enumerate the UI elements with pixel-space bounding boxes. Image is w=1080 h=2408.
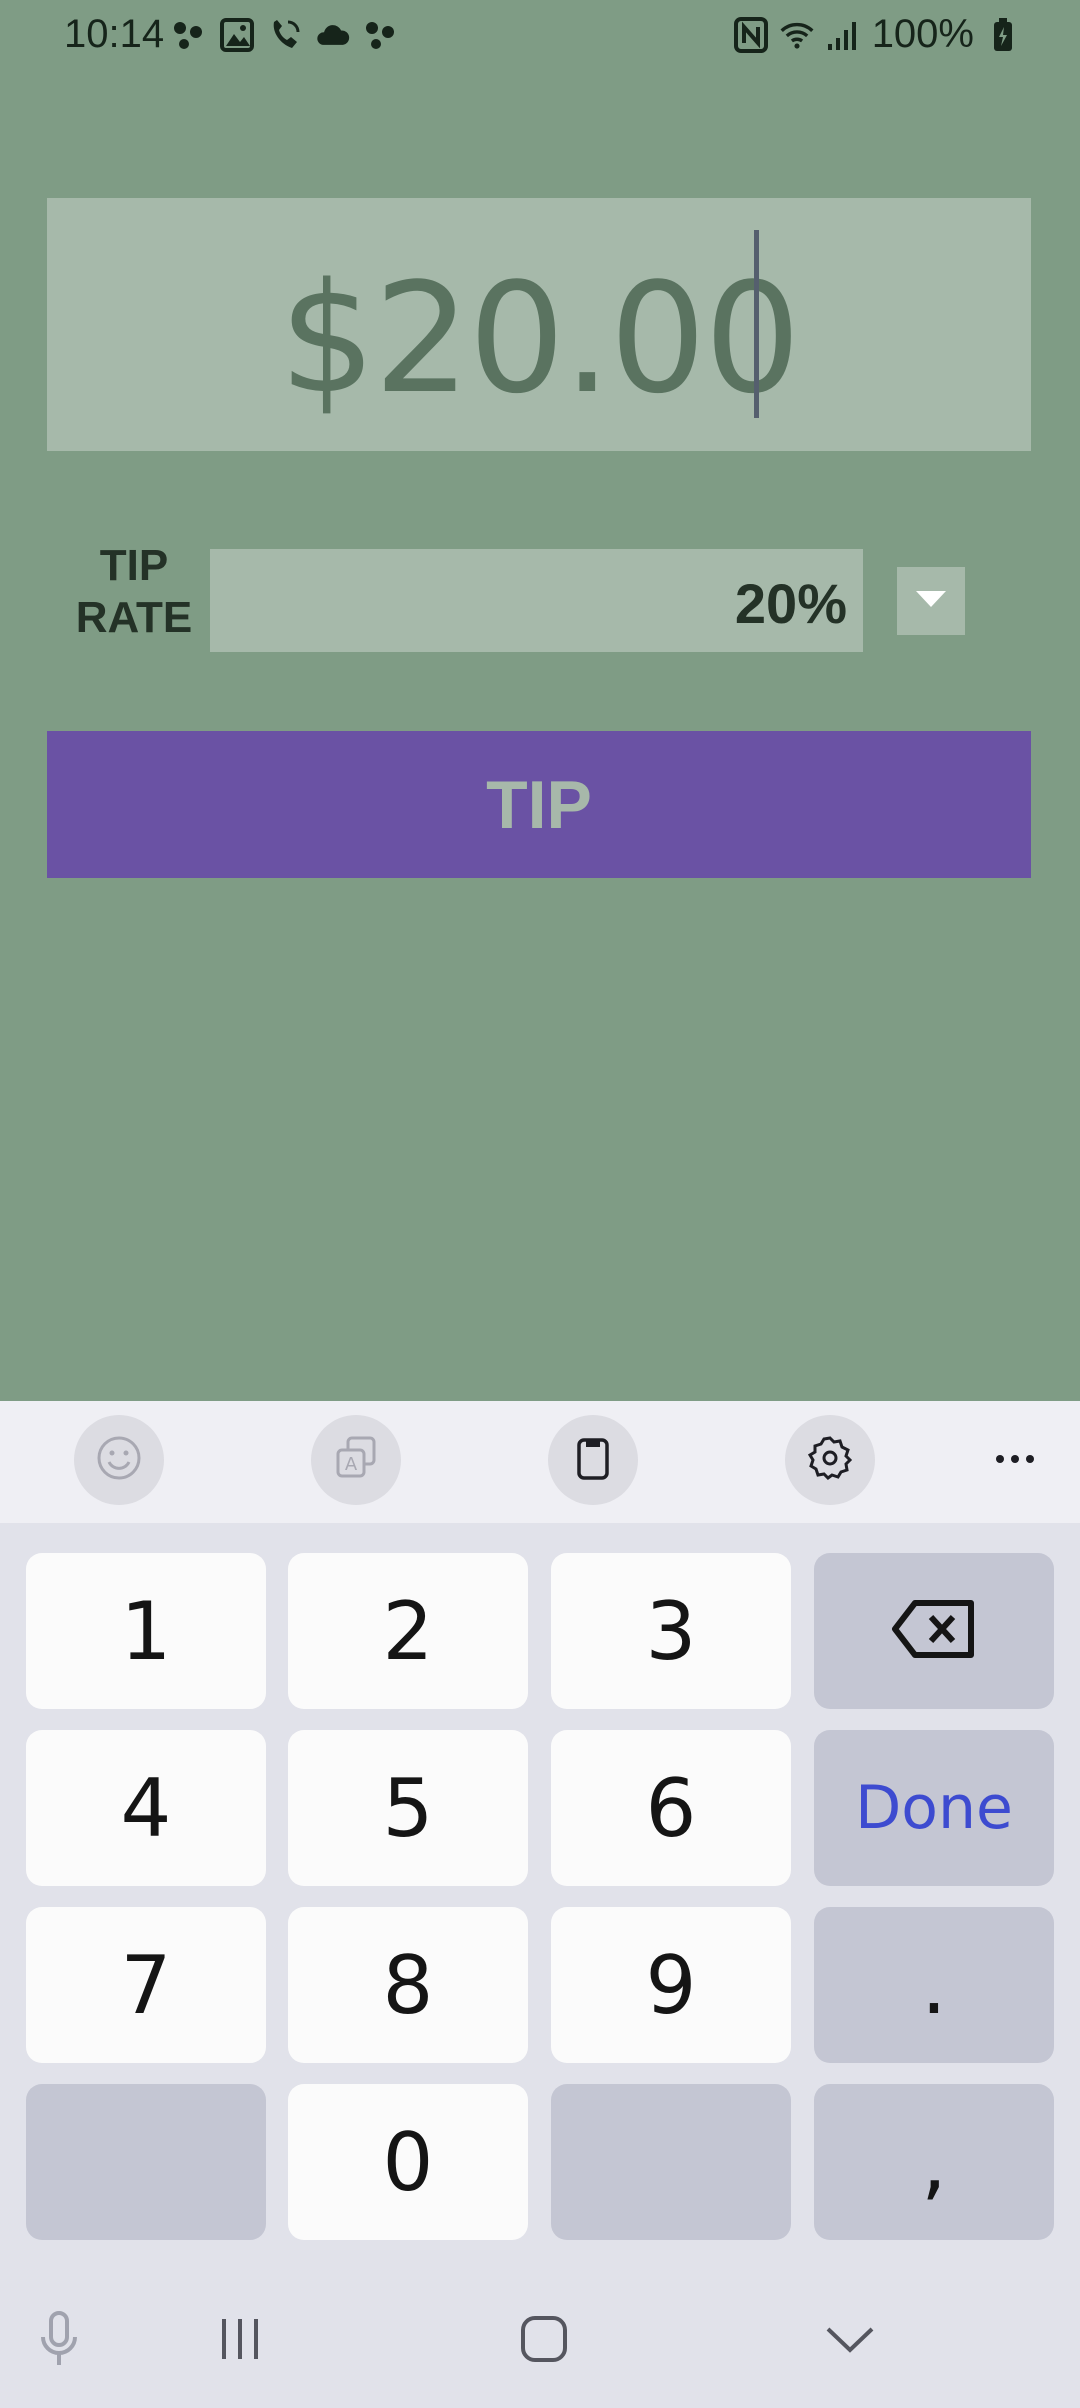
key-0[interactable]: 0 <box>288 2084 528 2240</box>
emoji-button[interactable] <box>74 1415 164 1505</box>
bill-amount-value: $20.00 <box>279 250 801 427</box>
keyboard-toolbar: A <box>0 1401 1080 1523</box>
assistant-dots-icon-2 <box>364 16 398 54</box>
gear-icon <box>806 1434 854 1487</box>
blank-key-right <box>551 2084 791 2240</box>
home-icon <box>520 2315 568 2368</box>
recent-apps-button[interactable] <box>210 2306 270 2376</box>
tip-rate-value: 20% <box>734 572 847 635</box>
tip-rate-label-line1: TIP <box>99 541 169 590</box>
key-8[interactable]: 8 <box>288 1907 528 2063</box>
key-2[interactable]: 2 <box>288 1553 528 1709</box>
tip-button[interactable]: TIP <box>47 731 1031 878</box>
emoji-icon <box>95 1434 143 1487</box>
key-1[interactable]: 1 <box>26 1553 266 1709</box>
translate-icon: A <box>332 1434 380 1487</box>
wifi-call-icon <box>268 16 302 54</box>
clipboard-button[interactable] <box>548 1415 638 1505</box>
text-cursor <box>754 230 759 418</box>
hide-keyboard-button[interactable] <box>820 2306 880 2376</box>
nfc-icon <box>733 16 768 54</box>
system-icons: 100% <box>733 12 1020 57</box>
keyboard-settings-button[interactable] <box>785 1415 875 1505</box>
tip-rate-label: TIP RATE <box>72 540 196 644</box>
navigation-bar <box>0 2276 1080 2408</box>
microphone-icon <box>39 2310 79 2372</box>
signal-icon <box>826 16 860 54</box>
voice-input-button[interactable] <box>34 2306 84 2376</box>
more-icon <box>995 1451 1035 1469</box>
cloud-icon <box>316 16 350 54</box>
blank-key-left <box>26 2084 266 2240</box>
clipboard-icon <box>569 1434 617 1487</box>
key-6[interactable]: 6 <box>551 1730 791 1886</box>
bill-amount-input[interactable]: $20.00 <box>47 198 1031 451</box>
translate-button[interactable]: A <box>311 1415 401 1505</box>
home-button[interactable] <box>514 2306 574 2376</box>
chevron-down-icon <box>825 2324 875 2359</box>
status-bar: 10:14 100% <box>0 0 1080 70</box>
dropdown-arrow-icon <box>916 590 946 612</box>
battery-charging-icon <box>986 16 1020 54</box>
tip-calculator-screen: 10:14 100% $20.00 TIP RATE 20% TIP <box>0 0 1080 1401</box>
key-5[interactable]: 5 <box>288 1730 528 1886</box>
recent-apps-icon <box>218 2317 262 2366</box>
wifi-icon <box>780 16 814 54</box>
comma-key[interactable]: , <box>814 2084 1054 2240</box>
tip-rate-dropdown-button[interactable] <box>897 567 965 635</box>
key-4[interactable]: 4 <box>26 1730 266 1886</box>
more-options-button[interactable] <box>985 1415 1045 1505</box>
tip-rate-field[interactable]: 20% <box>210 549 863 652</box>
key-9[interactable]: 9 <box>551 1907 791 2063</box>
gallery-icon <box>220 16 254 54</box>
assistant-dots-icon <box>172 16 206 54</box>
tip-rate-label-line2: RATE <box>75 593 193 642</box>
done-key[interactable]: Done <box>814 1730 1054 1886</box>
key-7[interactable]: 7 <box>26 1907 266 2063</box>
backspace-key[interactable] <box>814 1553 1054 1709</box>
key-3[interactable]: 3 <box>551 1553 791 1709</box>
notification-icons <box>172 16 398 54</box>
battery-percent: 100% <box>871 12 974 56</box>
period-key[interactable]: . <box>814 1907 1054 2063</box>
backspace-icon <box>891 1585 977 1678</box>
svg-text:A: A <box>345 1454 358 1475</box>
status-time: 10:14 <box>64 12 165 56</box>
